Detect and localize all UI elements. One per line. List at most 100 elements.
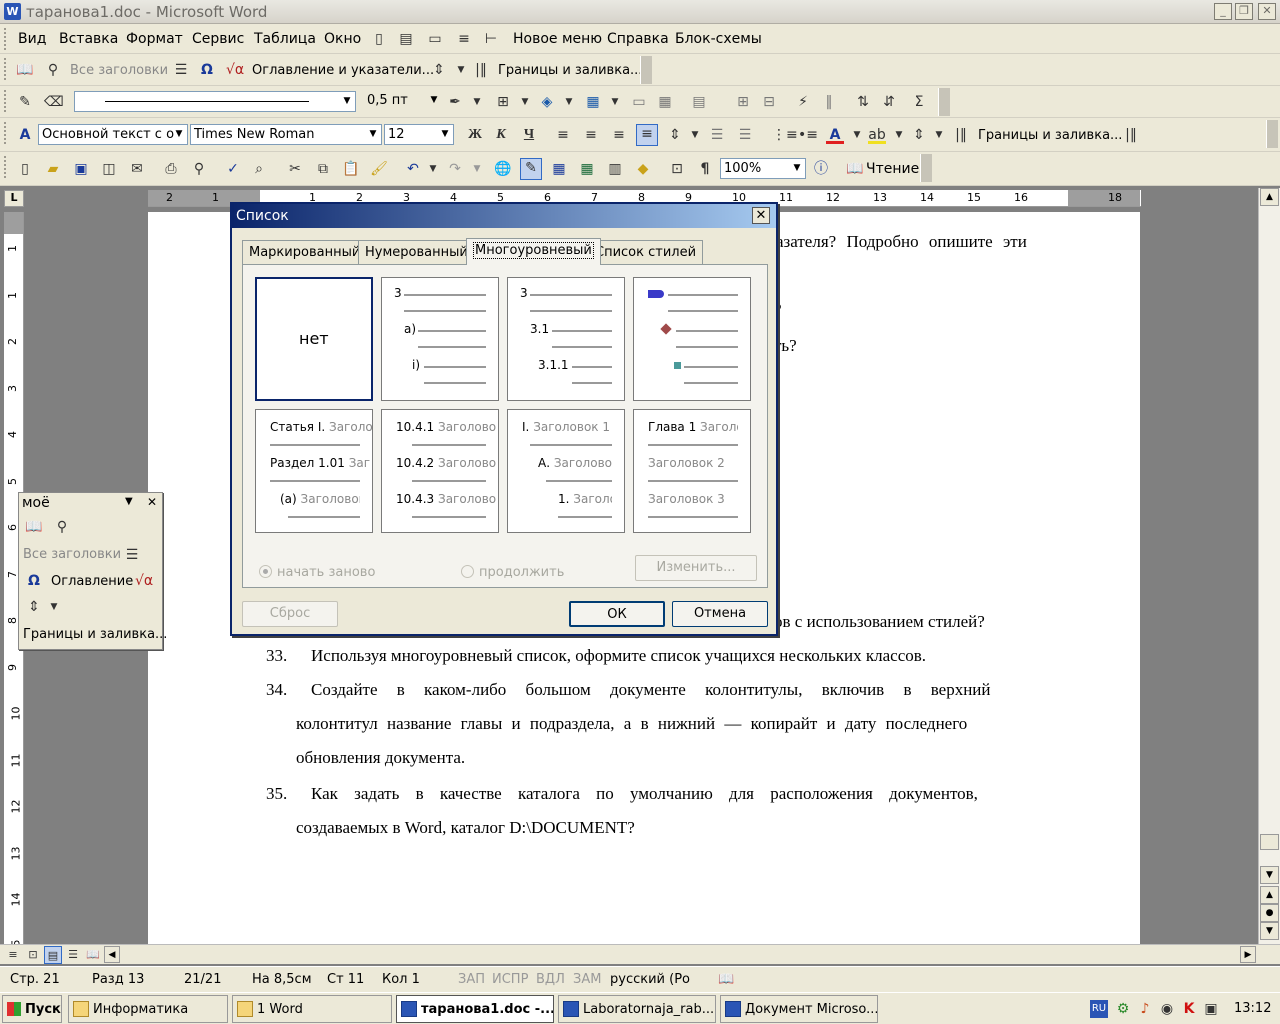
font-color-icon[interactable]: A [826,126,844,144]
chevron-down-icon[interactable]: ▼ [848,126,866,144]
chevron-down-icon[interactable]: ▼ [468,93,486,111]
chevron-down-icon[interactable]: ▼ [424,160,442,178]
font-select[interactable]: Times New Roman ▼ [190,124,382,145]
cut-icon[interactable]: ✂ [286,160,304,178]
increase-indent-icon[interactable]: ☰ [736,126,754,144]
highlight-icon[interactable]: ab [868,126,886,144]
chevron-down-icon[interactable]: ▼ [560,93,578,111]
binoculars-icon[interactable]: ⚲ [53,518,71,536]
merge-cells-icon[interactable]: ▭ [630,93,648,111]
print-icon[interactable]: ⎙ [162,160,180,178]
sort-descending-icon[interactable]: ⇵ [880,93,898,111]
close-icon[interactable]: ✕ [147,495,157,509]
toolbar-options-handle[interactable] [938,88,950,116]
reading-icon[interactable]: 📖 [846,160,864,178]
border-color-icon[interactable]: ✒ [446,93,464,111]
network-icon[interactable]: ⚙ [1114,1000,1132,1018]
reading-view-icon[interactable]: 📖 [84,946,102,964]
palette-title-bar[interactable]: моё ▼ ✕ [19,493,162,513]
scroll-down-button[interactable]: ▼ [1260,866,1279,884]
document-map-icon[interactable]: ⊡ [668,160,686,178]
print-preview-icon[interactable]: ⚲ [190,160,208,178]
tab-bulleted[interactable]: Маркированный [242,240,368,264]
menu-table[interactable]: Таблица [254,31,316,47]
line-spacing-icon[interactable]: ⇕ [910,126,928,144]
ok-button[interactable]: ОК [569,601,665,627]
permission-icon[interactable]: ◫ [100,160,118,178]
print-layout-icon[interactable]: ▤ [44,946,62,964]
task-word-group[interactable]: 1 Word [232,995,392,1023]
reading-button[interactable]: Чтение [866,161,919,177]
menu-window[interactable]: Окно [324,31,361,47]
borders-button[interactable]: Границы и заливка... [498,63,642,78]
eraser-icon[interactable]: ⌫ [44,93,64,111]
status-language[interactable]: русский (Ро [610,972,690,987]
bullets-icon[interactable]: •≡ [798,126,818,144]
menu-view[interactable]: Вид [18,31,46,47]
task-document-microsoft[interactable]: Документ Microso... [720,995,878,1023]
paste-icon[interactable]: ▤ [397,30,415,48]
outline-level-icon[interactable]: ☰ [172,61,190,79]
autoformat-icon[interactable]: ⚡ [794,93,812,111]
scroll-right-button[interactable]: ▶ [1240,946,1256,963]
outline-view-icon[interactable]: ☰ [64,946,82,964]
underline-icon[interactable]: Ч [520,126,538,144]
volume-icon[interactable]: ♪ [1136,1000,1154,1018]
align-center-icon[interactable]: ≡ [582,126,600,144]
borders-icon[interactable]: |‖ [1122,126,1140,144]
book-icon[interactable]: 📖 [25,518,43,536]
sort-ascending-icon[interactable]: ⇅ [854,93,872,111]
email-icon[interactable]: ✉ [128,160,146,178]
all-headings-button[interactable]: Все заголовки [23,547,121,562]
scroll-up-button[interactable]: ▲ [1260,188,1279,206]
align-icon[interactable]: ▤ [690,93,708,111]
status-extend[interactable]: ВДЛ [536,972,565,987]
toc-button[interactable]: Оглавление и указатели... [252,63,434,78]
list-option-5[interactable]: Статья I. Заголо Раздел 1.01 Заг (а) Заг… [255,409,373,533]
list-option-6[interactable]: 10.4.1 Заголово 10.4.2 Заголово 10.4.3 З… [381,409,499,533]
indent-icon[interactable]: ≡ [455,30,473,48]
omega-icon[interactable]: Ω [198,61,216,79]
distribute-columns-icon[interactable]: ⊟ [760,93,778,111]
paste-icon[interactable]: 📋 [342,160,360,178]
text-direction-icon[interactable]: ‖ [820,93,838,111]
toc-button[interactable]: Оглавление [51,574,133,589]
format-painter-icon[interactable]: 🖌 [370,160,388,178]
tray-app-icon[interactable]: ◉ [1158,1000,1176,1018]
menu-tools[interactable]: Сервис [192,31,244,47]
tab-selector[interactable]: L [4,190,24,207]
restart-radio[interactable] [259,565,272,578]
new-document-icon[interactable]: ▯ [16,160,34,178]
styles-icon[interactable]: A [16,126,34,144]
bold-icon[interactable]: Ж [466,126,484,144]
formula-icon[interactable]: √α [135,572,153,590]
font-size-select[interactable]: 12 ▼ [384,124,454,145]
display-icon[interactable]: ▣ [1202,1000,1220,1018]
omega-icon[interactable]: Ω [25,572,43,590]
chevron-down-icon[interactable]: ▼ [930,126,948,144]
undo-icon[interactable]: ↶ [404,160,422,178]
cancel-button[interactable]: Отмена [672,601,768,627]
menu-format[interactable]: Формат [126,31,183,47]
frame-icon[interactable]: ▭ [426,30,444,48]
chevron-down-icon[interactable]: ▼ [686,126,704,144]
start-button[interactable]: Пуск [2,995,62,1023]
pencil-icon[interactable]: ✎ [16,93,34,111]
line-style-select[interactable]: ▼ [74,91,356,112]
columns-icon[interactable]: ▥ [606,160,624,178]
research-icon[interactable]: ⌕ [250,160,268,178]
previous-page-button[interactable]: ▲ [1260,886,1279,904]
next-page-button[interactable]: ▼ [1260,922,1279,940]
vertical-scrollbar[interactable]: ▲ ▼ ▲ ● ▼ [1258,188,1280,944]
task-laboratornaja[interactable]: Laboratornaja_rab... [558,995,716,1023]
list-option-4[interactable] [633,277,751,401]
align-left-icon[interactable]: ≡ [554,126,572,144]
toolbar-options-handle[interactable] [640,56,652,84]
hyperlink-icon[interactable]: 🌐 [494,160,512,178]
formula-icon[interactable]: √α [226,61,244,79]
tables-borders-icon[interactable]: ✎ [520,158,542,180]
justify-icon[interactable]: ≡ [636,124,658,146]
scroll-thumb[interactable] [1260,834,1279,850]
line-spacing-icon[interactable]: ⇕ [25,598,43,616]
book-icon[interactable]: 📖 [16,61,34,79]
